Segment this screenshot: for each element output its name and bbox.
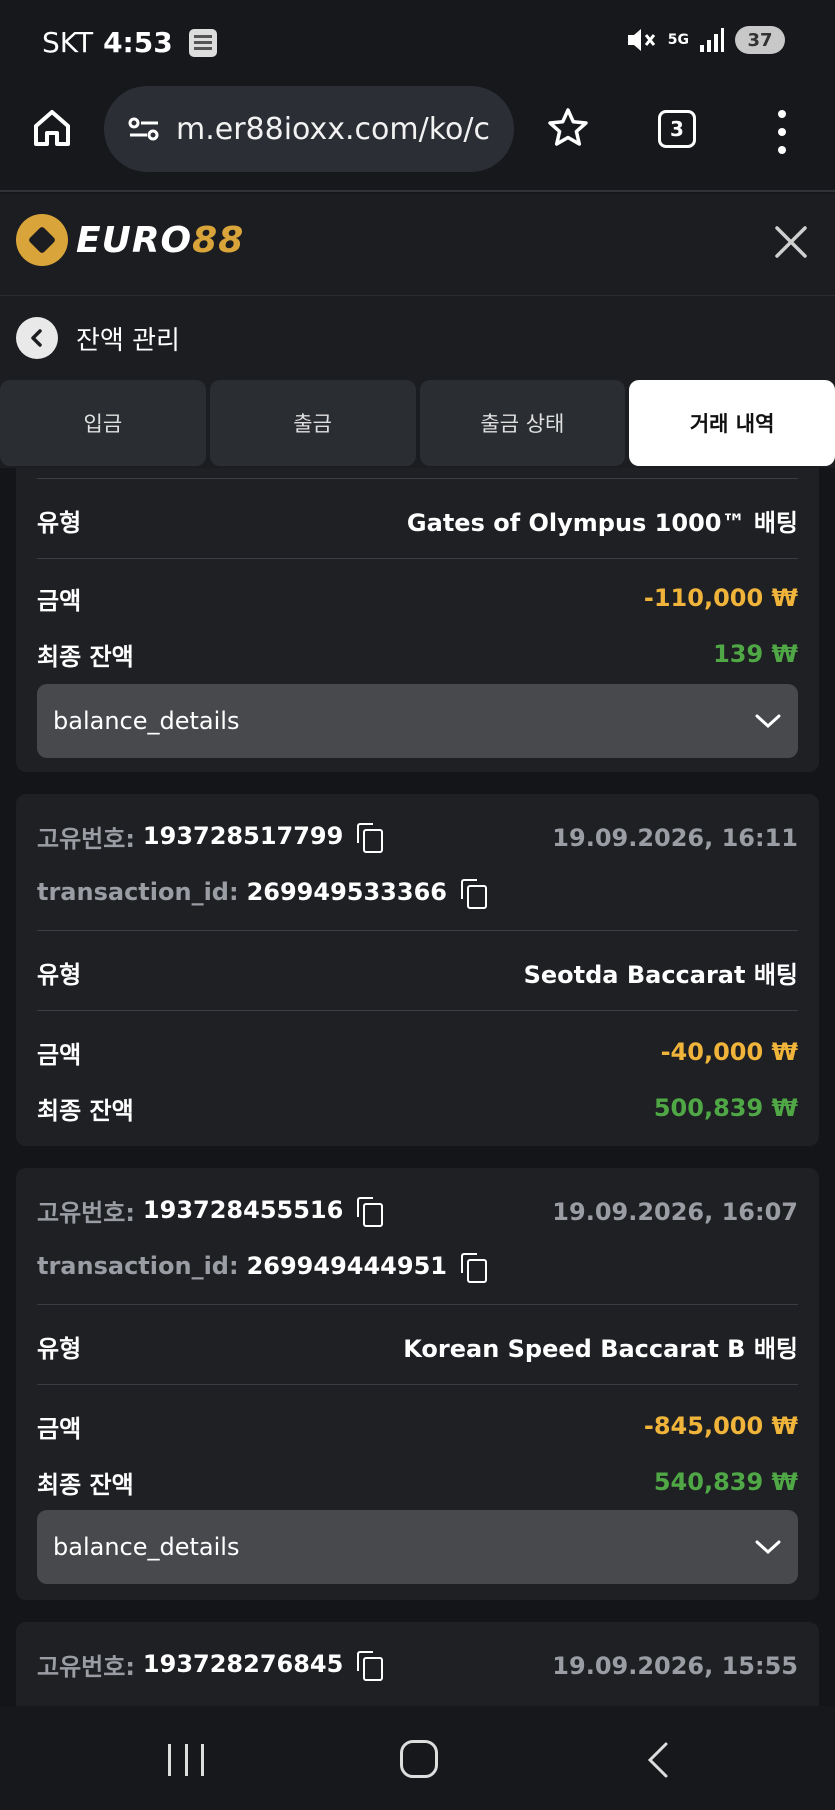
chevron-down-icon [755, 1540, 781, 1555]
transaction-card: 고유번호: 193728276845 19.09.2026, 15:55 [16, 1622, 819, 1706]
unique-id-value: 193728455516 [142, 1196, 344, 1224]
copy-icon[interactable] [357, 1197, 384, 1227]
type-label: 유형 [37, 960, 82, 989]
lounge-icon [188, 28, 217, 57]
transaction-id-label: transaction_id: [37, 878, 239, 906]
final-balance-label: 최종 잔액 [37, 1470, 134, 1499]
browser-toolbar: m.er88ioxx.com/ko/c 3 [0, 84, 835, 192]
final-balance-label: 최종 잔액 [37, 1096, 134, 1125]
copy-icon[interactable] [460, 879, 487, 909]
home-icon[interactable] [30, 106, 74, 150]
transaction-card: 유형 Gates of Olympus 1000™ 배팅 금액 -110,000… [16, 468, 819, 772]
unique-id-label: 고유번호: [37, 824, 135, 853]
final-balance-label: 최종 잔액 [37, 642, 134, 671]
amount-label: 금액 [37, 1414, 82, 1443]
balance-tabs: 입금 출금 출금 상태 거래 내역 [0, 380, 835, 468]
site-header: EURO88 [0, 194, 835, 296]
back-nav-icon[interactable] [640, 1740, 680, 1780]
unique-id-label: 고유번호: [37, 1652, 135, 1681]
balance-details-dropdown[interactable]: balance_details [37, 684, 798, 758]
network-label: 5G [667, 32, 689, 48]
unique-id-value: 193728517799 [142, 822, 344, 850]
transaction-amount: -40,000 ₩ [660, 1038, 798, 1066]
final-balance-value: 139 ₩ [713, 640, 798, 668]
transaction-amount: -845,000 ₩ [643, 1412, 798, 1440]
mute-icon [627, 29, 655, 51]
amount-label: 금액 [37, 586, 82, 615]
dropdown-label: balance_details [53, 707, 240, 735]
recent-apps-icon[interactable] [168, 1744, 204, 1776]
transaction-id-value: 269949444951 [246, 1252, 447, 1280]
close-icon[interactable] [771, 222, 811, 262]
signal-icon [700, 28, 724, 52]
final-balance-value: 500,839 ₩ [653, 1094, 798, 1122]
copy-icon[interactable] [357, 1651, 384, 1681]
balance-details-dropdown[interactable]: balance_details [37, 1510, 798, 1584]
tab-withdraw[interactable]: 출금 [209, 380, 416, 466]
status-bar: SKT 4:53 5G 37 [0, 0, 835, 84]
chevron-down-icon [755, 714, 781, 729]
tab-withdraw-status[interactable]: 출금 상태 [419, 380, 626, 466]
transaction-id-label: transaction_id: [37, 1252, 239, 1280]
transaction-id-value: 269949533366 [246, 878, 447, 906]
final-balance-value: 540,839 ₩ [653, 1468, 798, 1496]
system-navigation-bar [0, 1706, 835, 1810]
tab-transaction-history[interactable]: 거래 내역 [629, 380, 835, 466]
transaction-card: 고유번호: 193728455516 19.09.2026, 16:07 tra… [16, 1168, 819, 1600]
clock: 4:53 [103, 26, 173, 59]
type-label: 유형 [37, 508, 82, 537]
transaction-card: 고유번호: 193728517799 19.09.2026, 16:11 tra… [16, 794, 819, 1146]
address-bar[interactable]: m.er88ioxx.com/ko/c [104, 86, 514, 172]
transaction-type: Seotda Baccarat 배팅 [523, 960, 798, 989]
amount-label: 금액 [37, 1040, 82, 1069]
soccer-ball-icon [16, 214, 68, 266]
transaction-amount: -110,000 ₩ [643, 584, 798, 612]
battery-icon: 37 [735, 26, 785, 54]
dropdown-label: balance_details [53, 1533, 240, 1561]
copy-icon[interactable] [357, 823, 384, 853]
carrier-label: SKT [42, 26, 94, 59]
more-menu-icon[interactable] [770, 110, 794, 154]
transaction-type: Gates of Olympus 1000™ 배팅 [406, 508, 798, 537]
tab-switcher-button[interactable]: 3 [658, 110, 696, 148]
home-nav-icon[interactable] [400, 1740, 438, 1778]
unique-id-value: 193728276845 [142, 1650, 344, 1678]
euro88-logo[interactable]: EURO88 [16, 214, 244, 266]
chevron-left-icon [31, 329, 42, 347]
type-label: 유형 [37, 1334, 82, 1363]
transaction-date: 19.09.2026, 15:55 [552, 1652, 798, 1680]
copy-icon[interactable] [460, 1253, 487, 1283]
transaction-date: 19.09.2026, 16:11 [552, 824, 798, 852]
transaction-list[interactable]: 유형 Gates of Olympus 1000™ 배팅 금액 -110,000… [0, 468, 835, 1706]
page-title: 잔액 관리 [76, 325, 180, 356]
back-button[interactable] [16, 317, 58, 359]
transaction-date: 19.09.2026, 16:07 [552, 1198, 798, 1226]
bookmark-star-icon[interactable] [546, 106, 590, 150]
transaction-type: Korean Speed Baccarat B 배팅 [403, 1334, 798, 1363]
page-title-bar: 잔액 관리 [0, 296, 835, 380]
site-settings-icon[interactable] [128, 115, 160, 143]
unique-id-label: 고유번호: [37, 1198, 135, 1227]
tab-deposit[interactable]: 입금 [0, 380, 206, 466]
url-text[interactable]: m.er88ioxx.com/ko/c [176, 112, 490, 147]
